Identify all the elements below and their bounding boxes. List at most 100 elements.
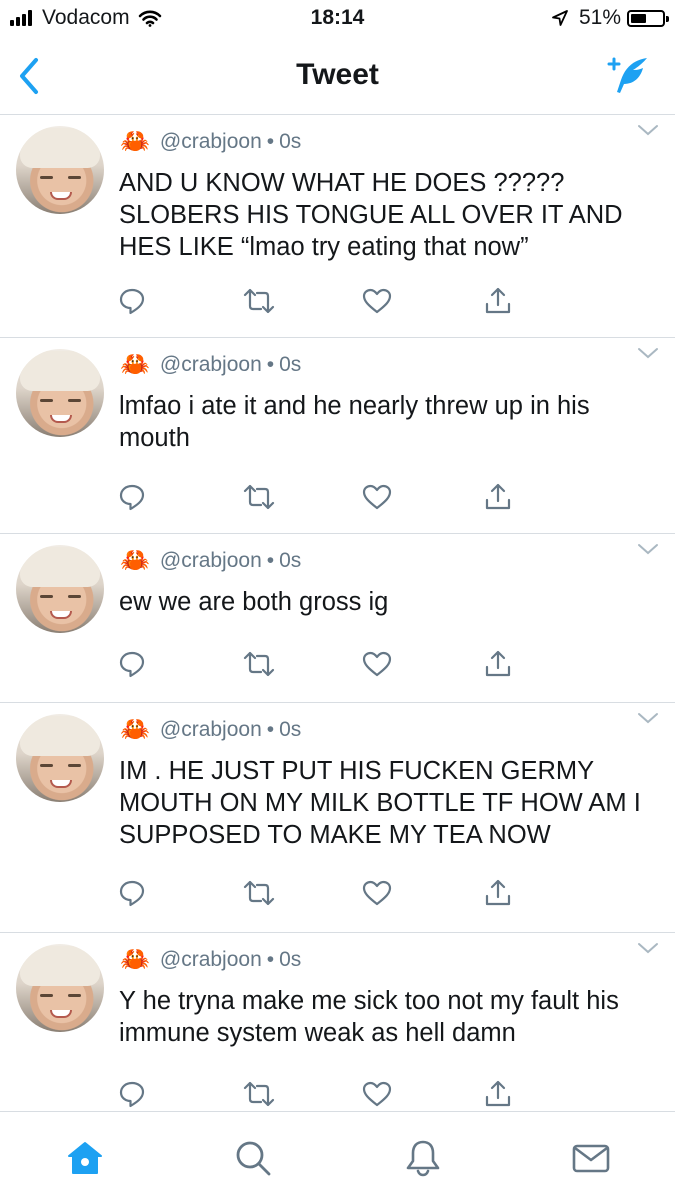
tab-search[interactable] — [231, 1136, 275, 1180]
crab-emoji-icon: 🦀 — [120, 946, 150, 973]
heart-icon — [362, 651, 392, 677]
battery-icon — [627, 9, 669, 27]
tweet-item[interactable]: 🦀 @crabjoon • 0s ew we are both gross ig — [0, 534, 675, 703]
tweet-meta: 🦀 @crabjoon • 0s — [120, 353, 301, 377]
location-arrow-icon — [552, 10, 568, 26]
tweet-item[interactable]: 🦀 @crabjoon • 0s lmfao i ate it and he n… — [0, 338, 675, 534]
reply-icon — [119, 651, 145, 678]
avatar[interactable] — [16, 349, 104, 437]
status-right: 51% — [551, 6, 669, 30]
share-icon — [485, 1080, 511, 1107]
reply-button[interactable] — [115, 284, 149, 318]
reply-icon — [119, 484, 145, 511]
battery-tip — [666, 15, 669, 22]
share-button[interactable] — [481, 876, 515, 910]
reply-button[interactable] — [115, 1077, 149, 1110]
heart-icon — [362, 1081, 392, 1107]
share-icon — [485, 879, 511, 906]
chevron-down-icon[interactable] — [637, 346, 659, 360]
tweet-text: lmfao i ate it and he nearly threw up in… — [119, 392, 590, 452]
mail-icon — [572, 1144, 610, 1173]
retweet-icon — [243, 484, 275, 510]
tweet-item[interactable]: 🦀 @crabjoon • 0s Y he tryna make me sick… — [0, 933, 675, 1110]
tweet-actions — [115, 876, 525, 910]
status-bar: Vodacom 18:14 51% — [0, 0, 675, 38]
reply-button[interactable] — [115, 876, 149, 910]
tweet-actions — [115, 647, 525, 681]
share-button[interactable] — [481, 284, 515, 318]
retweet-button[interactable] — [242, 876, 276, 910]
meta-separator: • — [266, 718, 275, 741]
chevron-down-icon[interactable] — [637, 711, 659, 725]
avatar[interactable] — [16, 944, 104, 1032]
avatar[interactable] — [16, 545, 104, 633]
tweet-text: Y he tryna make me sick too not my fault… — [119, 987, 619, 1047]
tweet-item[interactable]: 🦀 @crabjoon • 0s AND U KNOW WHAT HE DOES… — [0, 115, 675, 338]
reply-icon — [119, 880, 145, 907]
meta-separator: • — [266, 353, 275, 376]
tweet-item[interactable]: 🦀 @crabjoon • 0s IM . HE JUST PUT HIS FU… — [0, 703, 675, 933]
tweet-actions — [115, 1077, 525, 1110]
like-button[interactable] — [360, 1077, 394, 1110]
chevron-down-icon[interactable] — [637, 941, 659, 955]
share-button[interactable] — [481, 1077, 515, 1110]
share-button[interactable] — [481, 480, 515, 514]
heart-icon — [362, 484, 392, 510]
retweet-button[interactable] — [242, 284, 276, 318]
share-button[interactable] — [481, 647, 515, 681]
tweet-time: 0s — [279, 718, 302, 741]
retweet-icon — [243, 880, 275, 906]
tweet-handle[interactable]: @crabjoon — [160, 549, 262, 573]
crab-emoji-icon: 🦀 — [120, 547, 150, 574]
crab-emoji-icon: 🦀 — [120, 716, 150, 743]
chevron-down-icon[interactable] — [637, 123, 659, 137]
retweet-button[interactable] — [242, 480, 276, 514]
nav-bar: Tweet — [0, 38, 675, 115]
like-button[interactable] — [360, 647, 394, 681]
retweet-icon — [243, 651, 275, 677]
tweet-meta: 🦀 @crabjoon • 0s — [120, 549, 301, 573]
tweet-handle[interactable]: @crabjoon — [160, 130, 262, 154]
crab-emoji-icon: 🦀 — [120, 351, 150, 378]
tweet-actions — [115, 480, 525, 514]
like-button[interactable] — [360, 876, 394, 910]
share-icon — [485, 650, 511, 677]
tweet-handle[interactable]: @crabjoon — [160, 718, 262, 742]
reply-icon — [119, 288, 145, 315]
like-button[interactable] — [360, 284, 394, 318]
tab-notifications[interactable] — [401, 1136, 445, 1180]
tweet-time: 0s — [279, 948, 302, 971]
tweet-text: AND U KNOW WHAT HE DOES ????? SLOBERS HI… — [119, 169, 623, 261]
chevron-down-icon[interactable] — [637, 542, 659, 556]
reply-button[interactable] — [115, 647, 149, 681]
heart-icon — [362, 880, 392, 906]
retweet-button[interactable] — [242, 647, 276, 681]
tweet-text: ew we are both gross ig — [119, 588, 389, 616]
battery-fill — [631, 13, 646, 23]
tweet-handle[interactable]: @crabjoon — [160, 948, 262, 972]
avatar[interactable] — [16, 714, 104, 802]
tab-home[interactable] — [63, 1136, 107, 1180]
meta-separator: • — [266, 130, 275, 153]
share-icon — [485, 483, 511, 510]
tab-messages[interactable] — [569, 1136, 613, 1180]
tweet-meta: 🦀 @crabjoon • 0s — [120, 130, 301, 154]
share-icon — [485, 287, 511, 314]
page-title: Tweet — [296, 58, 379, 91]
compose-tweet-button[interactable] — [603, 54, 651, 96]
retweet-icon — [243, 1081, 275, 1107]
compose-feather-icon — [607, 57, 647, 93]
bell-icon — [406, 1140, 440, 1177]
reply-icon — [119, 1081, 145, 1108]
tweet-text: IM . HE JUST PUT HIS FUCKEN GERMY MOUTH … — [119, 757, 641, 849]
crab-emoji-icon: 🦀 — [120, 128, 150, 155]
tweet-handle[interactable]: @crabjoon — [160, 353, 262, 377]
meta-separator: • — [266, 948, 275, 971]
home-icon — [68, 1142, 102, 1174]
avatar[interactable] — [16, 126, 104, 214]
retweet-button[interactable] — [242, 1077, 276, 1110]
reply-button[interactable] — [115, 480, 149, 514]
tweet-time: 0s — [279, 549, 302, 572]
like-button[interactable] — [360, 480, 394, 514]
timeline: 🦀 @crabjoon • 0s AND U KNOW WHAT HE DOES… — [0, 115, 675, 1110]
